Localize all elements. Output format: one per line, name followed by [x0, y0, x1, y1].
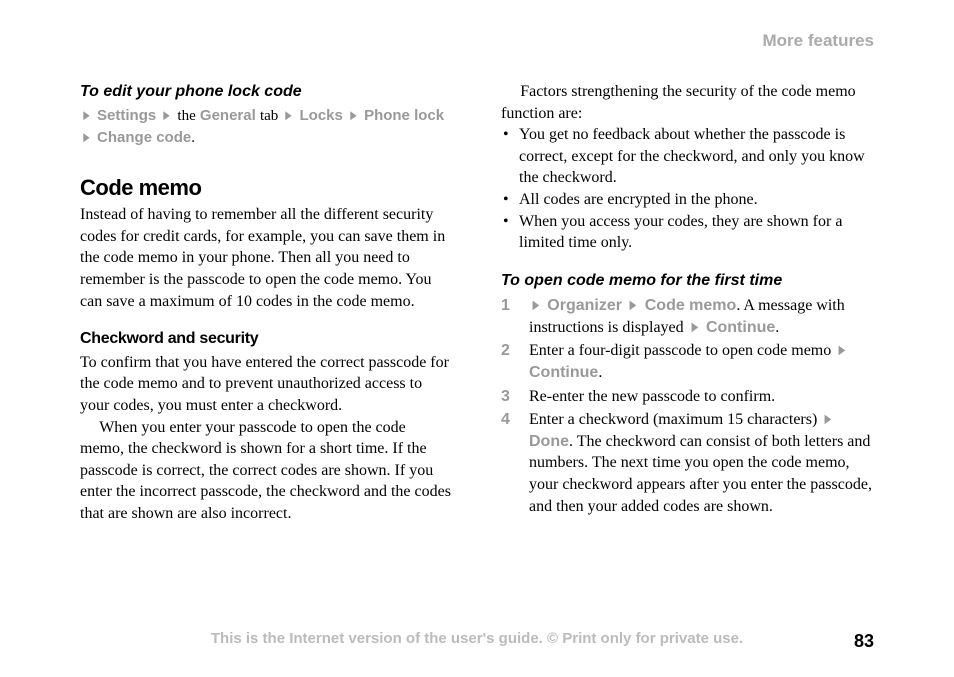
nav-text: the — [177, 108, 195, 124]
checkword-p2: When you enter your passcode to open the… — [80, 417, 453, 525]
menu-continue: Continue — [706, 319, 775, 336]
page-number: 83 — [854, 629, 874, 653]
menu-done: Done — [529, 433, 569, 450]
checkword-heading: Checkword and security — [80, 328, 453, 350]
section-header: More features — [80, 30, 874, 53]
list-item: All codes are encrypted in the phone. — [501, 189, 874, 211]
steps-list: ► Organizer ► Code memo. A message with … — [501, 295, 874, 517]
step-text: Enter a checkword (maximum 15 characters… — [529, 411, 821, 428]
arrow-icon: ► — [823, 409, 834, 431]
edit-lock-heading: To edit your phone lock code — [80, 81, 453, 103]
step-text: . The checkword can consist of both lett… — [529, 433, 872, 515]
nav-path: ► Settings ► the General tab ► Locks ► P… — [80, 105, 453, 149]
nav-text: tab — [260, 108, 278, 124]
arrow-icon: ► — [530, 295, 541, 317]
arrow-icon: ► — [689, 317, 700, 339]
left-column: To edit your phone lock code ► Settings … — [80, 81, 453, 525]
step-item: Enter a four-digit passcode to open code… — [501, 340, 874, 383]
step-item: Re-enter the new passcode to confirm. — [501, 386, 874, 408]
arrow-icon: ► — [162, 105, 172, 126]
menu-organizer: Organizer — [547, 297, 622, 314]
checkword-p1: To confirm that you have entered the cor… — [80, 352, 453, 417]
arrow-icon: ► — [348, 105, 358, 126]
content-columns: To edit your phone lock code ► Settings … — [80, 81, 874, 525]
arrow-icon: ► — [81, 105, 91, 126]
step-item: ► Organizer ► Code memo. A message with … — [501, 295, 874, 338]
step-text: Enter a four-digit passcode to open code… — [529, 342, 835, 359]
nav-settings: Settings — [97, 107, 156, 124]
list-item: When you access your codes, they are sho… — [501, 211, 874, 254]
menu-code-memo: Code memo — [645, 297, 737, 314]
factors-intro: Factors strengthening the security of th… — [501, 81, 874, 124]
right-column: Factors strengthening the security of th… — [501, 81, 874, 525]
nav-general: General — [200, 107, 256, 124]
nav-change-code: Change code — [97, 129, 191, 146]
arrow-icon: ► — [284, 105, 294, 126]
nav-phone-lock: Phone lock — [364, 107, 444, 124]
arrow-icon: ► — [628, 295, 639, 317]
arrow-icon: ► — [837, 340, 848, 362]
code-memo-intro: Instead of having to remember all the di… — [80, 204, 453, 312]
menu-continue: Continue — [529, 364, 598, 381]
arrow-icon: ► — [81, 127, 91, 148]
factors-list: You get no feedback about whether the pa… — [501, 124, 874, 254]
nav-locks: Locks — [300, 107, 343, 124]
list-item: You get no feedback about whether the pa… — [501, 124, 874, 189]
code-memo-heading: Code memo — [80, 173, 453, 203]
open-memo-heading: To open code memo for the first time — [501, 270, 874, 292]
step-item: Enter a checkword (maximum 15 characters… — [501, 409, 874, 517]
footer-notice: This is the Internet version of the user… — [0, 629, 954, 649]
